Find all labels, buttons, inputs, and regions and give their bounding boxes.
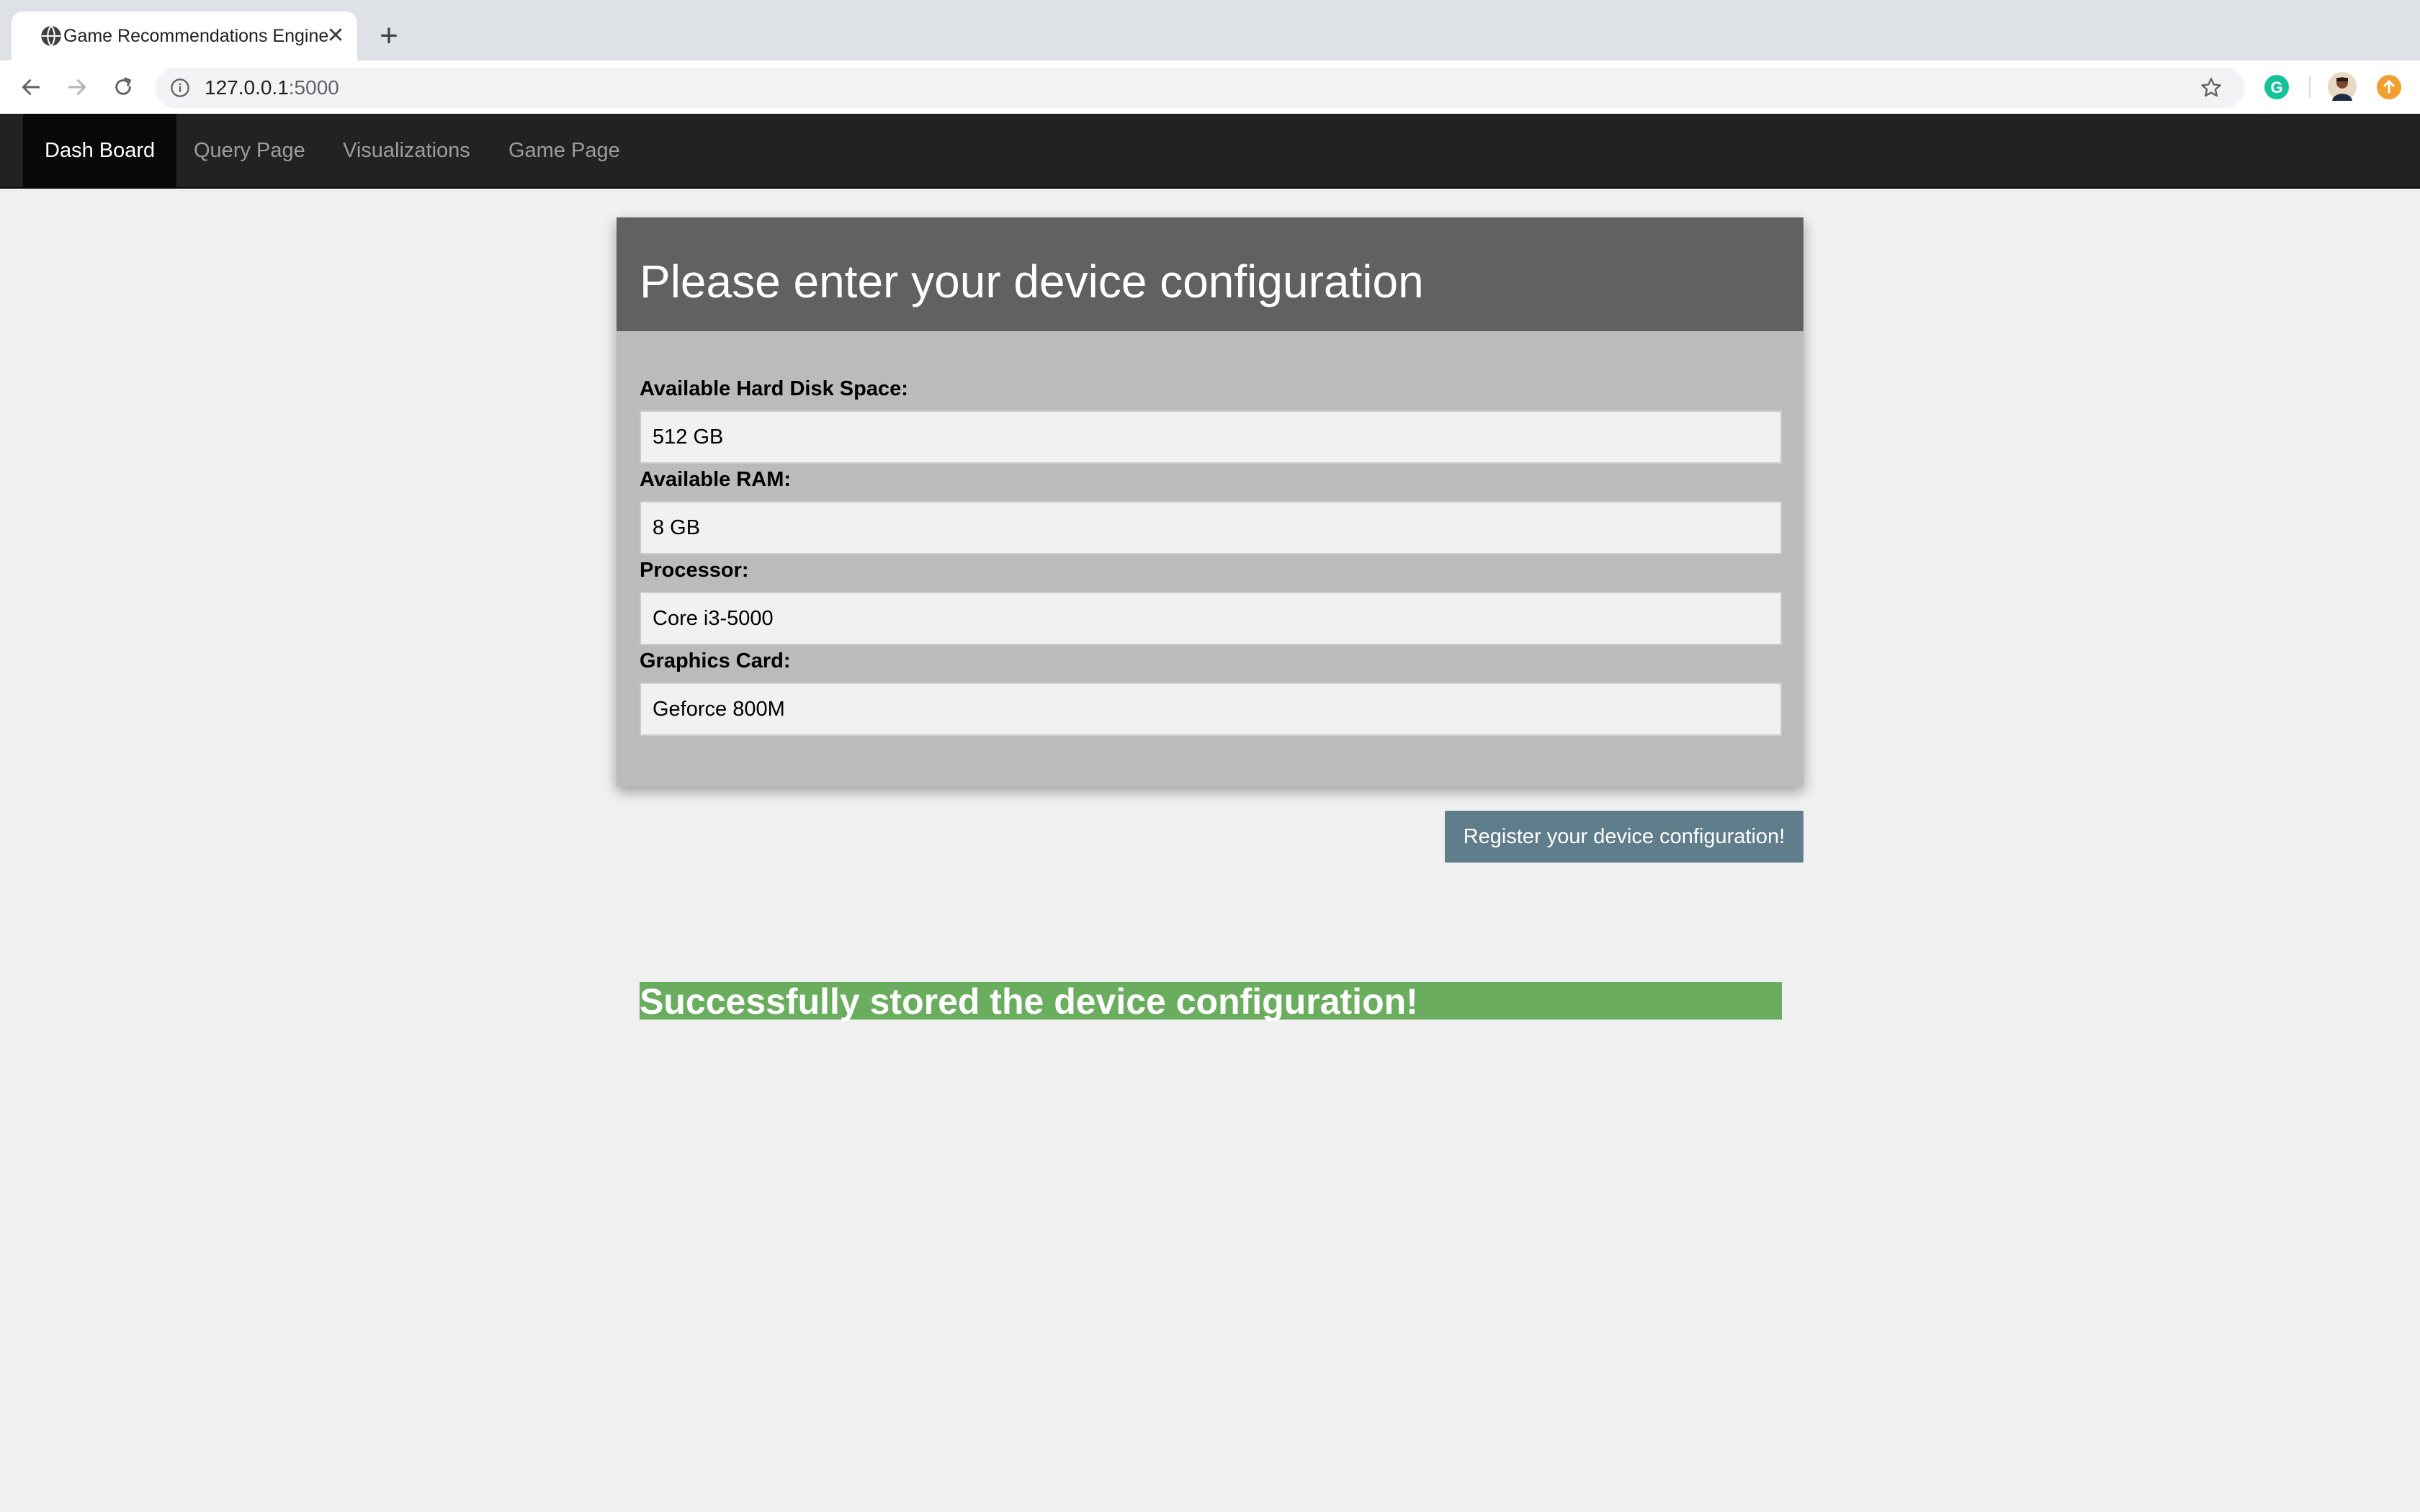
page-content: Dash Board Query Page Visualizations Gam… — [0, 114, 2420, 1512]
graphics-card-label: Graphics Card: — [640, 649, 791, 672]
toolbar-separator — [2309, 76, 2311, 98]
processor-label: Processor: — [640, 559, 749, 582]
new-tab-icon[interactable]: + — [373, 20, 405, 52]
ram-input[interactable] — [640, 501, 1782, 554]
update-icon[interactable] — [2377, 75, 2401, 99]
hard-disk-label: Available Hard Disk Space: — [640, 377, 908, 400]
profile-avatar-icon[interactable] — [2328, 72, 2357, 101]
processor-input[interactable] — [640, 592, 1782, 645]
browser-tab[interactable]: Game Recommendations Engine ✕ — [12, 12, 357, 60]
browser-tabstrip: Game Recommendations Engine ✕ + — [0, 0, 2420, 60]
device-config-card: Please enter your device configuration A… — [617, 217, 1803, 786]
close-icon[interactable]: ✕ — [326, 25, 346, 47]
graphics-card-input[interactable] — [640, 683, 1782, 736]
browser-toolbar: 127.0.0.1:5000 G — [0, 60, 2420, 114]
tab-title: Game Recommendations Engine — [63, 26, 329, 46]
nav-query-page[interactable]: Query Page — [172, 114, 327, 187]
nav-visualizations[interactable]: Visualizations — [321, 114, 492, 187]
bookmark-star-icon[interactable] — [2200, 76, 2223, 99]
nav-game-page[interactable]: Game Page — [487, 114, 642, 187]
top-navbar: Dash Board Query Page Visualizations Gam… — [0, 114, 2420, 189]
back-arrow-icon[interactable] — [16, 72, 46, 102]
info-icon[interactable] — [170, 78, 190, 98]
reload-icon[interactable] — [108, 72, 138, 102]
svg-text:G: G — [2270, 78, 2282, 96]
register-config-button[interactable]: Register your device configuration! — [1445, 811, 1803, 863]
hard-disk-input[interactable] — [640, 410, 1782, 464]
success-message: Successfully stored the device configura… — [640, 982, 1782, 1021]
url-text[interactable]: 127.0.0.1:5000 — [205, 68, 339, 108]
url-port: :5000 — [288, 76, 339, 99]
address-bar[interactable]: 127.0.0.1:5000 — [156, 68, 2244, 108]
forward-arrow-icon[interactable] — [62, 72, 92, 102]
card-header: Please enter your device configuration — [617, 217, 1803, 331]
nav-dashboard[interactable]: Dash Board — [23, 114, 177, 187]
ram-label: Available RAM: — [640, 468, 792, 491]
url-host: 127.0.0.1 — [205, 76, 289, 99]
page-title: Please enter your device configuration — [640, 256, 1424, 307]
globe-icon — [41, 25, 61, 47]
grammarly-extension-icon[interactable]: G — [2264, 75, 2289, 99]
